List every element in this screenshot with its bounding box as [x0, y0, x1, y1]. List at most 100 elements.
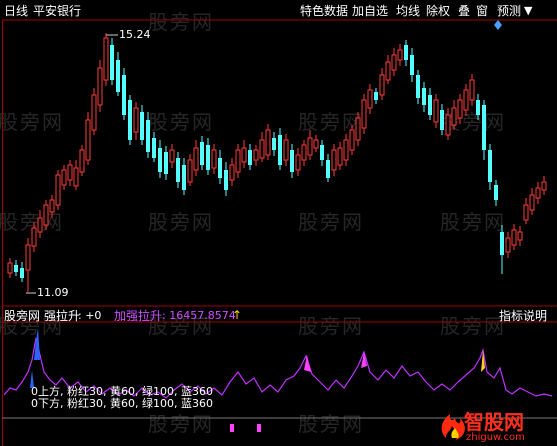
candle-body	[103, 37, 109, 81]
indicator-site-label[interactable]: 股旁网	[4, 309, 40, 323]
window-button[interactable]: 窗	[476, 3, 488, 19]
up-arrow-icon: ↑	[232, 308, 243, 322]
candle-body	[463, 89, 469, 111]
candle-body	[73, 167, 79, 187]
candle-body	[133, 107, 139, 133]
candle-body	[187, 159, 193, 183]
candle-body	[343, 139, 349, 161]
candle-body	[37, 217, 43, 233]
candle-body	[25, 244, 31, 271]
triangle-marker-icon[interactable]: ▼	[524, 4, 532, 18]
candle-body	[541, 181, 547, 191]
candle-body	[476, 100, 480, 115]
candle-body	[218, 158, 222, 178]
candle-body	[241, 147, 247, 163]
stock-chart-window: 股旁网 股旁网 股旁网 股旁网 股旁网 股旁网 股旁网 股旁网 股旁网 股旁网 …	[0, 0, 557, 446]
candle-body	[61, 169, 67, 186]
candle-body	[229, 164, 235, 181]
candle-body	[110, 45, 114, 80]
candle-body	[278, 135, 282, 165]
candle-body	[451, 107, 457, 126]
candle-body	[49, 199, 55, 213]
candle-body	[224, 170, 228, 190]
candle-body	[404, 45, 408, 60]
brand-url: zhiguw.com	[466, 432, 525, 443]
feature-data-button[interactable]: 特色数据	[300, 3, 348, 19]
candle-body	[85, 119, 91, 161]
candle-body	[440, 110, 444, 130]
candle-body	[379, 74, 385, 96]
candle-body	[290, 150, 294, 172]
candle-body	[200, 142, 204, 165]
candle-body	[146, 120, 150, 152]
diamond-marker-icon	[494, 20, 502, 30]
candle-body	[410, 55, 414, 75]
candle-body	[235, 149, 241, 173]
candle-body	[529, 194, 535, 211]
indicator-line2-value: : 16457.8574	[162, 309, 236, 322]
candle-body	[374, 92, 378, 100]
brand-name: 智股网	[464, 410, 524, 434]
candle-body	[7, 262, 13, 274]
candle-body	[500, 232, 504, 255]
forecast-button[interactable]: 预测	[497, 3, 521, 19]
candle-body	[307, 137, 313, 156]
candle-body	[253, 149, 259, 161]
candle-body	[523, 204, 529, 221]
candle-body	[385, 61, 391, 81]
candle-body	[313, 139, 319, 149]
ex-rights-button[interactable]: 除权	[426, 3, 450, 19]
candle-body	[140, 112, 144, 140]
candle-body	[128, 100, 132, 140]
add-watchlist-button[interactable]: 加自选	[352, 3, 388, 19]
candle-body	[14, 265, 18, 272]
period-label[interactable]: 日线	[4, 4, 28, 18]
candle-body	[176, 158, 180, 182]
indicator-name: 强拉升	[44, 309, 81, 323]
candle-body	[337, 147, 343, 166]
candle-body	[391, 54, 397, 71]
candle-body	[116, 60, 120, 92]
moving-average-button[interactable]: 均线	[396, 3, 420, 19]
overlay-button[interactable]: 叠	[458, 3, 470, 19]
candle-body	[445, 114, 451, 136]
candle-body	[505, 237, 511, 253]
candle-body	[97, 67, 103, 106]
indicator-line2-name: 加强拉升	[114, 309, 163, 323]
candle-body	[397, 49, 403, 61]
candle-body	[283, 139, 289, 161]
candle-body	[517, 231, 523, 241]
candle-body	[331, 149, 337, 171]
candle-body	[422, 88, 426, 105]
candle-body	[326, 160, 330, 178]
candle-body	[361, 99, 367, 129]
candle-body	[535, 187, 541, 199]
candlestick-group	[7, 33, 547, 292]
candle-body	[416, 75, 420, 98]
candle-body	[169, 149, 175, 163]
candle-body	[469, 79, 475, 101]
candle-body	[488, 150, 492, 182]
candle-body	[79, 149, 85, 173]
signal-bar	[230, 424, 234, 432]
candle-body	[265, 129, 271, 156]
candle-body	[206, 145, 210, 170]
candle-body	[494, 185, 498, 200]
indicator-explain-button[interactable]: 指标说明	[499, 309, 547, 323]
indicator-note-below: 0下方, 粉红30, 黄60, 绿100, 蓝360	[31, 397, 213, 410]
candle-body	[355, 117, 361, 141]
candle-body	[428, 95, 432, 115]
candle-body	[55, 174, 61, 206]
signal-bar	[257, 424, 261, 432]
candle-body	[272, 138, 276, 150]
indicator-value: : +0	[78, 309, 102, 322]
candle-body	[511, 229, 517, 246]
candle-body	[91, 94, 97, 131]
candle-body	[259, 139, 265, 159]
candle-body	[20, 268, 24, 278]
candle-body	[67, 164, 73, 181]
candle-body	[248, 150, 252, 165]
candle-body	[433, 99, 439, 123]
candle-body	[158, 148, 162, 172]
high-price-label: 15.24	[119, 28, 151, 41]
